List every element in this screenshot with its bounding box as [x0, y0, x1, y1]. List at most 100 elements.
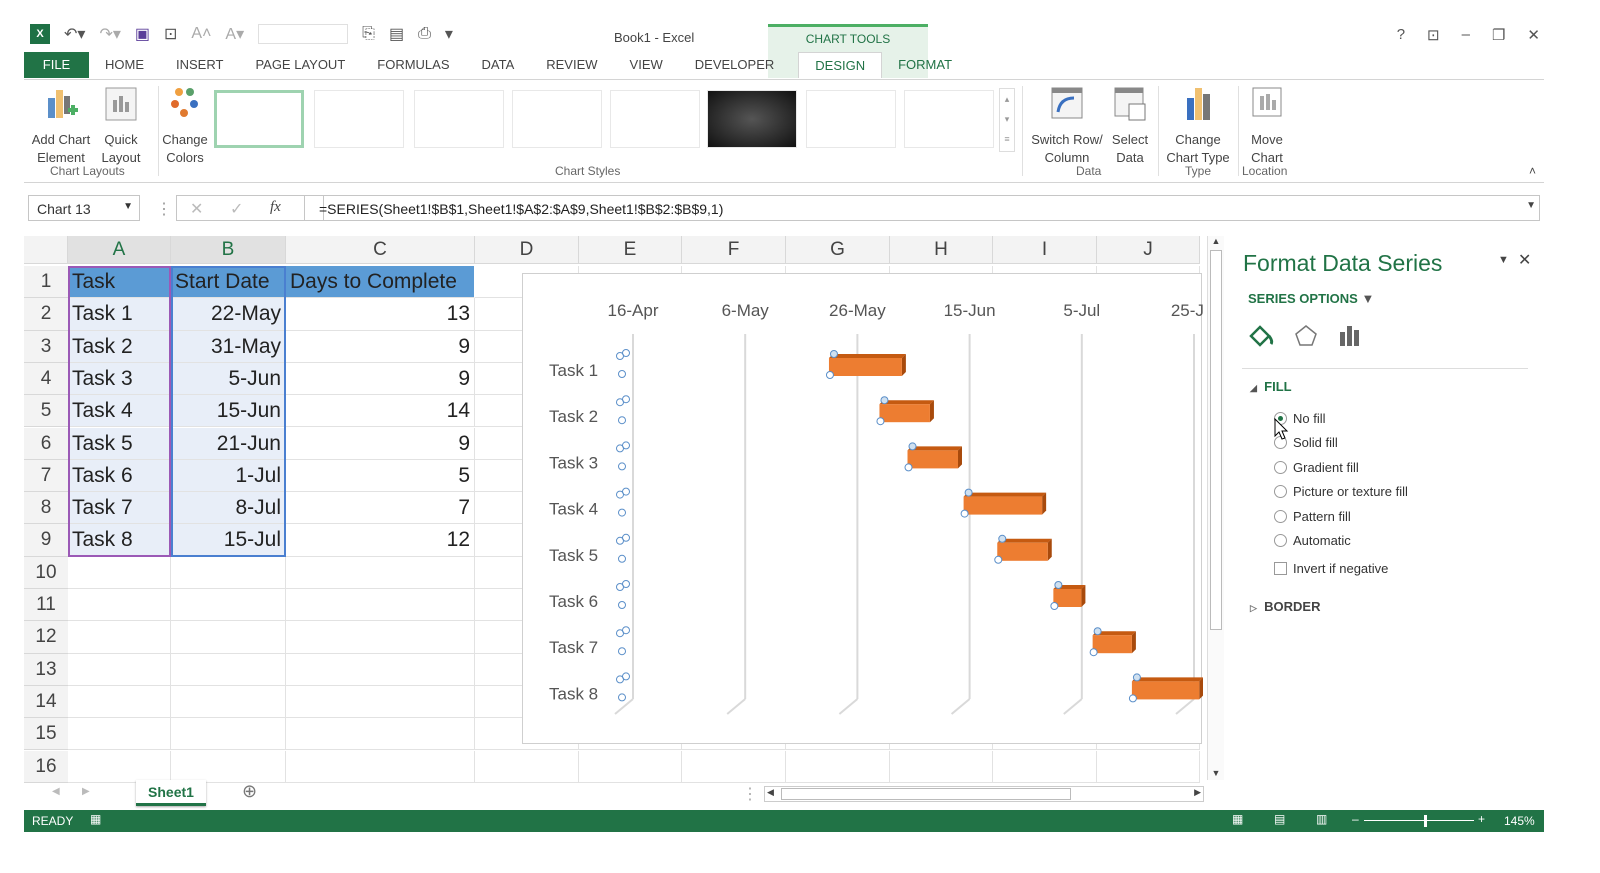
cell[interactable]: Start Date: [171, 266, 286, 299]
cell[interactable]: Task 8: [68, 524, 171, 557]
cell[interactable]: [171, 653, 286, 686]
cell[interactable]: 22-May: [171, 298, 286, 331]
radio-automatic[interactable]: Automatic: [1274, 533, 1351, 548]
cancel-icon[interactable]: ✕: [190, 199, 203, 219]
chart-style-4[interactable]: [512, 90, 602, 148]
chart-style-6[interactable]: [707, 90, 797, 148]
zoom-out-icon[interactable]: –: [1352, 812, 1359, 826]
collapse-ribbon-icon[interactable]: ˄: [1529, 164, 1536, 178]
split-handle-icon[interactable]: ⋮: [742, 784, 758, 804]
tab-page-layout[interactable]: PAGE LAYOUT: [239, 52, 361, 78]
effects-icon[interactable]: [1294, 324, 1318, 348]
tab-file[interactable]: FILE: [24, 52, 89, 78]
column-header[interactable]: E: [579, 236, 682, 264]
name-box[interactable]: Chart 13 ▼: [28, 195, 140, 221]
cell[interactable]: Days to Complete: [286, 266, 475, 299]
form-icon[interactable]: ▤: [389, 24, 404, 44]
cell[interactable]: 21-Jun: [171, 427, 286, 460]
cell[interactable]: [68, 653, 171, 686]
chart-style-5[interactable]: [610, 90, 700, 148]
tab-review[interactable]: REVIEW: [530, 52, 613, 78]
checkbox[interactable]: [1274, 562, 1287, 575]
radio-button[interactable]: [1274, 461, 1287, 474]
vertical-scrollbar[interactable]: ▲ ▼: [1207, 236, 1224, 780]
row-header[interactable]: 9: [24, 524, 68, 557]
page-break-view-icon[interactable]: ▥: [1316, 812, 1327, 826]
font-dropdown[interactable]: [258, 24, 349, 44]
tab-home[interactable]: HOME: [89, 52, 160, 78]
cell[interactable]: 15-Jul: [171, 524, 286, 557]
sheet-tab-sheet1[interactable]: Sheet1: [136, 780, 206, 806]
row-header[interactable]: 13: [24, 653, 68, 686]
scroll-up-icon[interactable]: ▲: [1208, 236, 1224, 246]
column-header[interactable]: H: [890, 236, 993, 264]
column-header[interactable]: G: [786, 236, 890, 264]
row-header[interactable]: 12: [24, 621, 68, 654]
row-header[interactable]: 14: [24, 685, 68, 719]
close-icon[interactable]: ✕: [1527, 26, 1540, 44]
enter-icon[interactable]: ✓: [230, 199, 243, 219]
print-preview-icon[interactable]: ⎙: [418, 25, 431, 43]
cell[interactable]: [286, 685, 475, 719]
tab-insert[interactable]: INSERT: [160, 52, 239, 78]
name-box-dropdown-icon[interactable]: ▼: [123, 201, 133, 212]
cell[interactable]: 13: [286, 298, 475, 331]
column-header[interactable]: I: [993, 236, 1097, 264]
row-header[interactable]: 6: [24, 427, 68, 460]
fill-line-icon[interactable]: [1248, 324, 1276, 348]
row-header[interactable]: 2: [24, 298, 68, 331]
cell[interactable]: [1097, 750, 1200, 783]
macro-record-icon[interactable]: ▦: [90, 812, 101, 826]
cell[interactable]: [171, 718, 286, 751]
column-header[interactable]: B: [171, 236, 286, 264]
cell[interactable]: 5-Jun: [171, 362, 286, 396]
cell[interactable]: 9: [286, 362, 475, 396]
font-grow-icon[interactable]: A˄: [191, 25, 211, 43]
row-header[interactable]: 4: [24, 362, 68, 396]
cell[interactable]: [68, 685, 171, 719]
cell[interactable]: 8-Jul: [171, 492, 286, 525]
cell[interactable]: [68, 589, 171, 622]
move-chart-button[interactable]: Move Chart: [1240, 86, 1294, 167]
cell[interactable]: [286, 718, 475, 751]
insert-function-icon[interactable]: fx: [270, 199, 281, 216]
cell[interactable]: [890, 750, 993, 783]
column-header[interactable]: A: [68, 236, 171, 264]
column-header[interactable]: C: [286, 236, 475, 264]
radio-button[interactable]: [1274, 485, 1287, 498]
expand-formula-icon[interactable]: ▼: [1526, 200, 1536, 211]
undo-icon[interactable]: ↶▾: [64, 24, 85, 44]
row-header[interactable]: 11: [24, 589, 68, 622]
chart-style-7[interactable]: [806, 90, 896, 148]
screen-icon[interactable]: ⊡: [164, 24, 177, 44]
row-header[interactable]: 5: [24, 395, 68, 428]
cell[interactable]: [68, 621, 171, 654]
cell[interactable]: Task 4: [68, 395, 171, 428]
cell[interactable]: [475, 750, 579, 783]
cell[interactable]: 12: [286, 524, 475, 557]
cell[interactable]: [171, 621, 286, 654]
row-header[interactable]: 16: [24, 750, 68, 783]
next-sheet-icon[interactable]: ▶: [82, 786, 90, 797]
cell[interactable]: [286, 589, 475, 622]
series-options-dropdown[interactable]: SERIES OPTIONS ▼: [1248, 291, 1374, 306]
cell[interactable]: [68, 718, 171, 751]
cell[interactable]: [171, 556, 286, 589]
cell[interactable]: 5: [286, 459, 475, 493]
zoom-slider-thumb[interactable]: [1424, 815, 1427, 827]
cell[interactable]: [171, 589, 286, 622]
zoom-in-icon[interactable]: +: [1478, 812, 1485, 826]
new-sheet-icon[interactable]: ⊕: [242, 781, 257, 802]
radio-picture-fill[interactable]: Picture or texture fill: [1274, 484, 1408, 499]
pane-close-icon[interactable]: ✕: [1518, 250, 1531, 270]
scroll-right-icon[interactable]: ▶: [1194, 787, 1201, 798]
invert-if-negative-checkbox[interactable]: Invert if negative: [1274, 561, 1388, 576]
redo-icon[interactable]: ↷▾: [99, 24, 120, 44]
tab-data[interactable]: DATA: [466, 52, 531, 78]
normal-view-icon[interactable]: ▦: [1232, 812, 1243, 826]
font-color-icon[interactable]: A▾: [225, 24, 244, 44]
scroll-left-icon[interactable]: ◀: [767, 787, 774, 798]
row-header[interactable]: 15: [24, 718, 68, 751]
radio-gradient-fill[interactable]: Gradient fill: [1274, 460, 1359, 475]
cell[interactable]: [286, 621, 475, 654]
